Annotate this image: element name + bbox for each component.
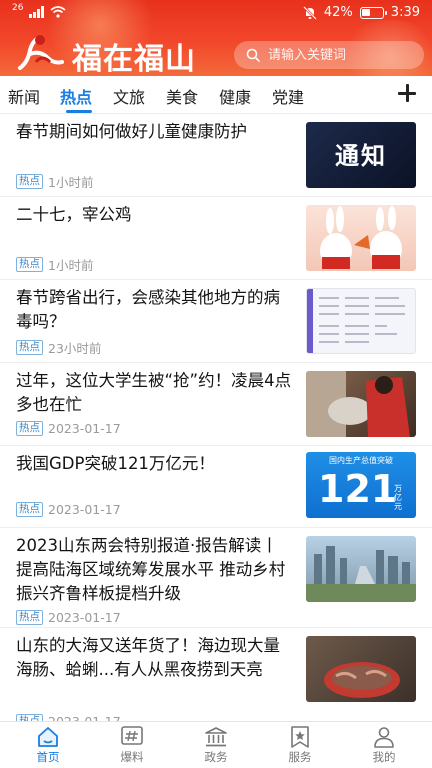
news-meta: 热点 23小时前 [16, 338, 101, 357]
rabbit-illustration [320, 206, 402, 269]
tab-culture-travel[interactable]: 文旅 [113, 84, 145, 108]
news-thumbnail[interactable] [306, 288, 416, 354]
nav-report[interactable]: 爆料 [102, 726, 162, 765]
nav-service[interactable]: 服务 [270, 726, 330, 765]
news-thumbnail[interactable] [306, 636, 416, 702]
tab-hot[interactable]: 热点 [60, 84, 92, 108]
nav-label: 首页 [36, 750, 60, 764]
nav-label: 服务 [288, 750, 312, 764]
tab-party-building[interactable]: 党建 [272, 84, 304, 108]
thumbnail-unit: 万亿元 [394, 484, 402, 511]
news-time: 1小时前 [48, 175, 94, 190]
table-illustration [307, 289, 405, 353]
plus-icon[interactable] [396, 82, 418, 104]
tab-health[interactable]: 健康 [219, 84, 251, 108]
hot-badge: 热点 [16, 174, 43, 189]
news-title[interactable]: 我国GDP突破121万亿元！ [16, 452, 294, 476]
news-thumbnail[interactable]: 国内生产总值突破 121 万亿元 [306, 452, 416, 518]
news-item[interactable]: 二十七，宰公鸡 热点 1小时前 [0, 197, 432, 280]
nav-label: 政务 [204, 750, 228, 764]
news-meta: 热点 2023-01-17 [16, 610, 121, 625]
hot-badge: 热点 [16, 421, 43, 436]
news-thumbnail[interactable] [306, 536, 416, 602]
star-bookmark-icon [291, 726, 309, 748]
tab-news[interactable]: 新闻 [8, 84, 40, 108]
nav-home[interactable]: 首页 [18, 726, 78, 765]
news-item[interactable]: 我国GDP突破121万亿元！ 热点 2023-01-17 国内生产总值突破 12… [0, 446, 432, 528]
nav-mine[interactable]: 我的 [354, 726, 414, 765]
seafood-photo-illustration [324, 662, 400, 698]
news-title[interactable]: 2023山东两会特别报道·报告解读丨提高陆海区域统筹发展水平 推动乡村振兴齐鲁样… [16, 534, 294, 606]
battery-percent: 42% [323, 5, 353, 20]
network-label: 26 [12, 3, 24, 13]
mute-bell-icon [302, 5, 317, 20]
kitchen-photo-illustration [306, 371, 410, 437]
news-item[interactable]: 春节跨省出行，会感染其他地方的病毒吗？ 热点 23小时前 [0, 280, 432, 363]
news-meta: 热点 1小时前 [16, 172, 93, 191]
news-time: 2023-01-17 [48, 421, 121, 436]
search-bar[interactable] [234, 41, 424, 69]
bottom-nav: 首页 爆料 政务 服务 我的 [0, 721, 432, 768]
thumbnail-text: 通知 [335, 142, 387, 170]
active-tab-indicator [66, 110, 92, 113]
nav-label: 爆料 [120, 750, 144, 764]
news-item[interactable]: 2023山东两会特别报道·报告解读丨提高陆海区域统筹发展水平 推动乡村振兴齐鲁样… [0, 528, 432, 628]
news-thumbnail[interactable]: 通知 [306, 122, 416, 188]
clock: 3:39 [390, 5, 420, 20]
news-thumbnail[interactable] [306, 371, 416, 437]
hashtag-icon [121, 726, 143, 745]
news-meta: 热点 2023-01-17 [16, 421, 121, 436]
wifi-icon [50, 6, 66, 18]
battery-icon [359, 6, 387, 19]
search-input[interactable] [268, 47, 418, 63]
status-bar: 26 42% 3:39 [0, 0, 432, 26]
nav-government[interactable]: 政务 [186, 726, 246, 765]
tab-food[interactable]: 美食 [166, 84, 198, 108]
signal-icon [29, 6, 45, 18]
home-icon [38, 727, 58, 747]
news-time: 2023-01-17 [48, 610, 121, 625]
battery-fill [361, 8, 370, 16]
hot-badge: 热点 [16, 610, 43, 625]
news-title[interactable]: 春节期间如何做好儿童健康防护 [16, 120, 294, 144]
nav-label: 我的 [372, 750, 396, 764]
news-meta: 热点 1小时前 [16, 255, 93, 274]
logo-icon [18, 35, 64, 70]
user-icon [374, 727, 394, 748]
news-item[interactable]: 山东的大海又送年货了！海边现大量海肠、蛤蜊...有人从黑夜捞到天亮 热点 202… [0, 628, 432, 735]
thumbnail-subtitle: 国内生产总值突破 [329, 456, 393, 465]
thumbnail-number: 121 [318, 467, 398, 511]
news-time: 1小时前 [48, 258, 94, 273]
hot-badge: 热点 [16, 502, 43, 517]
news-time: 2023-01-17 [48, 502, 121, 517]
government-icon [205, 727, 227, 747]
search-icon [246, 48, 260, 62]
hot-badge: 热点 [16, 340, 43, 355]
news-item[interactable]: 春节期间如何做好儿童健康防护 热点 1小时前 通知 [0, 114, 432, 197]
news-title[interactable]: 山东的大海又送年货了！海边现大量海肠、蛤蜊...有人从黑夜捞到天亮 [16, 634, 294, 682]
news-time: 23小时前 [48, 341, 102, 356]
news-title[interactable]: 春节跨省出行，会感染其他地方的病毒吗？ [16, 286, 294, 334]
category-tabs: 新闻 热点 文旅 美食 健康 党建 [0, 76, 432, 114]
city-photo-illustration [306, 546, 416, 602]
news-title[interactable]: 过年，这位大学生被“抢”约！凌晨4点多也在忙 [16, 369, 294, 417]
hot-badge: 热点 [16, 257, 43, 272]
news-title[interactable]: 二十七，宰公鸡 [16, 203, 294, 227]
news-meta: 热点 2023-01-17 [16, 502, 121, 517]
app-header: 26 42% 3:39 福在福山 [0, 0, 432, 76]
news-thumbnail[interactable] [306, 205, 416, 271]
app-title: 福在福山 [72, 42, 196, 76]
news-item[interactable]: 过年，这位大学生被“抢”约！凌晨4点多也在忙 热点 2023-01-17 [0, 363, 432, 446]
